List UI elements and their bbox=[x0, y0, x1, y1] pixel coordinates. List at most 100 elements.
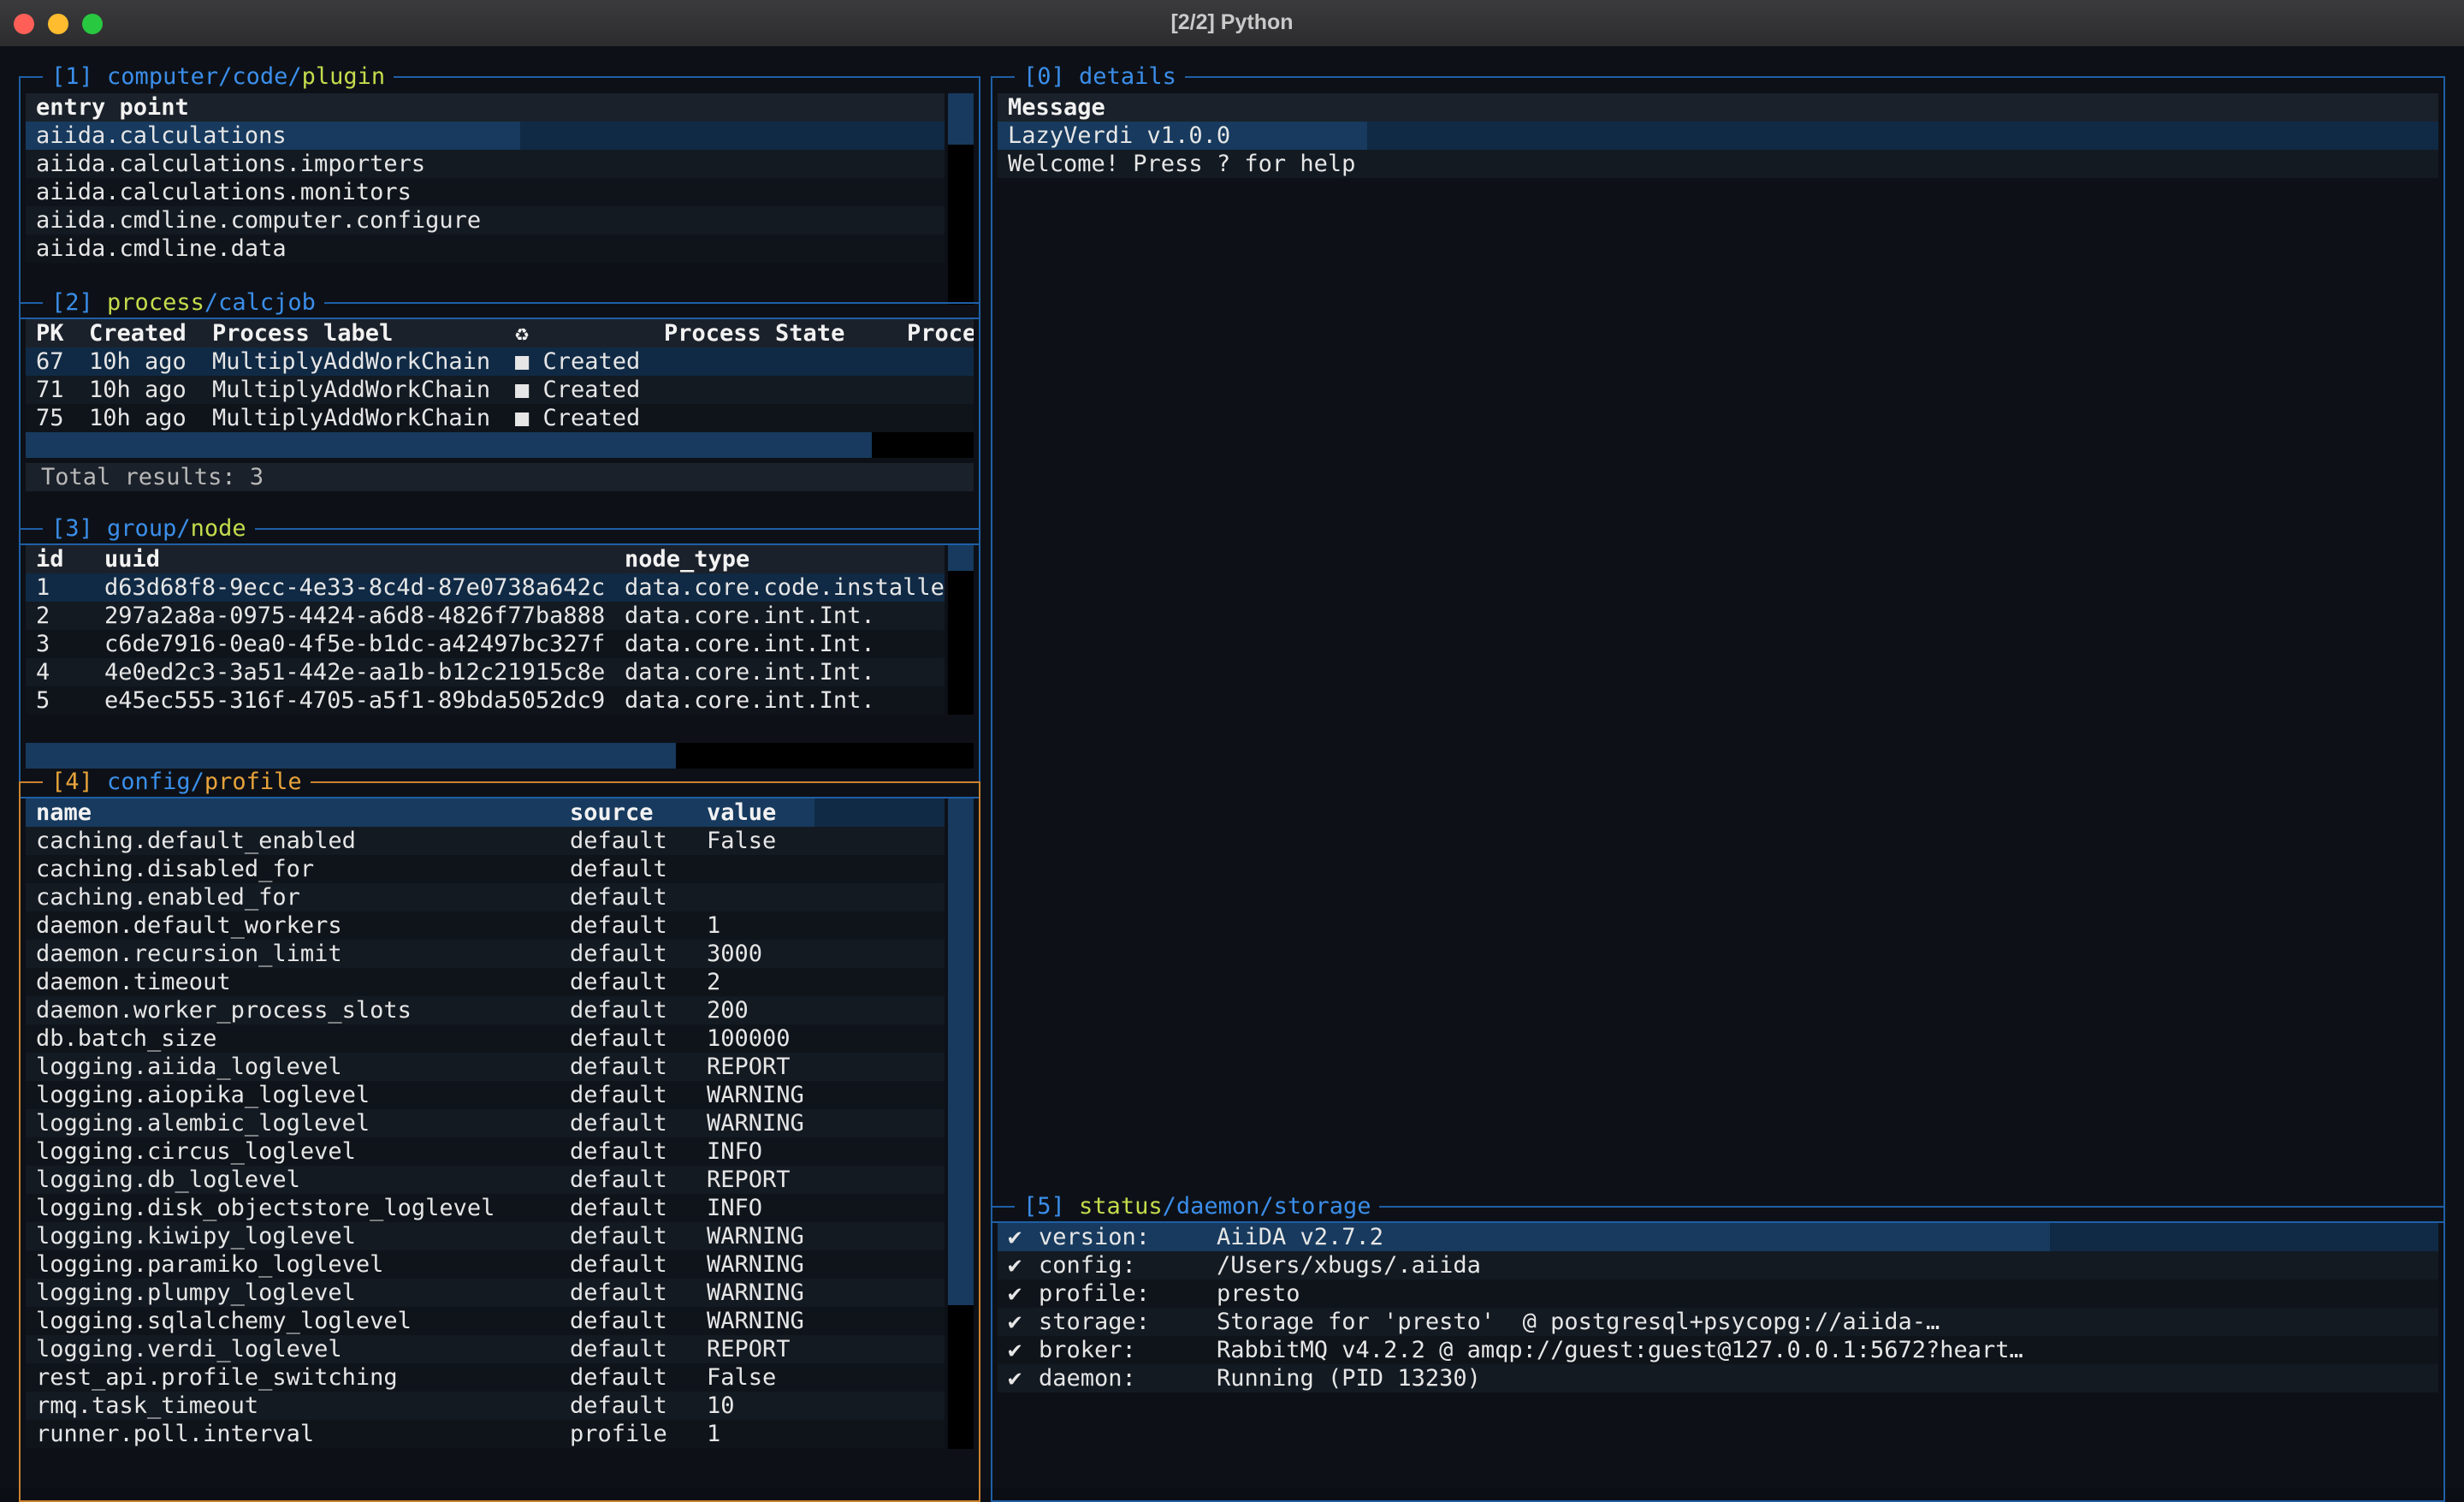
table-row[interactable]: 5 e45ec555-316f-4705-a5f1-89bda5052dc9 d… bbox=[26, 686, 945, 715]
status-row[interactable]: ✔ broker: RabbitMQ v4.2.2 @ amqp://guest:g… bbox=[998, 1336, 2438, 1364]
config-source: profile bbox=[570, 1421, 667, 1447]
column-header-pk[interactable]: PK bbox=[36, 319, 64, 347]
config-row[interactable]: caching.enabled_for default bbox=[26, 883, 945, 911]
config-row[interactable]: caching.default_enabled default False bbox=[26, 827, 945, 855]
column-header-name[interactable]: name bbox=[36, 798, 92, 827]
vertical-scrollbar[interactable] bbox=[948, 545, 974, 715]
panel-title: [5] status/daemon/storage bbox=[1015, 1193, 1380, 1220]
table-row[interactable]: 4 4e0ed2c3-3a51-442e-aa1b-b12c21915c8e d… bbox=[26, 658, 945, 686]
config-row[interactable]: logging.circus_loglevel default INFO bbox=[26, 1137, 945, 1166]
config-row[interactable]: logging.verdi_loglevel default REPORT bbox=[26, 1335, 945, 1363]
column-header-entry-point[interactable]: entry point bbox=[26, 93, 945, 122]
config-row[interactable]: logging.alembic_loglevel default WARNING bbox=[26, 1109, 945, 1137]
config-value: 3000 bbox=[707, 941, 763, 967]
config-name: logging.sqlalchemy_loglevel bbox=[36, 1308, 412, 1334]
column-header-uuid[interactable]: uuid bbox=[104, 545, 160, 573]
config-row[interactable]: rest_api.profile_switching default False bbox=[26, 1363, 945, 1392]
message-line[interactable]: LazyVerdi v1.0.0 bbox=[998, 122, 2438, 150]
status-key: broker: bbox=[1039, 1337, 1136, 1363]
table-row[interactable]: 67 10h ago MultiplyAddWorkChain ■ Create… bbox=[26, 347, 974, 376]
config-name: logging.aiida_loglevel bbox=[36, 1054, 342, 1080]
horizontal-scrollbar[interactable] bbox=[26, 432, 974, 458]
list-item[interactable]: aiida.calculations.monitors bbox=[26, 178, 945, 206]
status-key: storage: bbox=[1039, 1309, 1151, 1335]
table-row[interactable]: 75 10h ago MultiplyAddWorkChain ■ Create… bbox=[26, 404, 974, 432]
config-row[interactable]: logging.sqlalchemy_loglevel default WARNIN… bbox=[26, 1307, 945, 1335]
config-source: default bbox=[570, 1223, 667, 1250]
config-name: logging.paramiko_loglevel bbox=[36, 1251, 384, 1278]
status-value: Storage for 'presto' @ postgresql+psycop… bbox=[1217, 1309, 1940, 1335]
config-panel[interactable]: [4] config/profile name source value cac… bbox=[19, 769, 980, 1502]
panel-title: [3] group/node bbox=[43, 515, 255, 543]
vertical-scrollbar[interactable] bbox=[948, 93, 974, 305]
column-header-created[interactable]: Created bbox=[89, 319, 187, 347]
column-header-process-label[interactable]: Process label bbox=[212, 319, 393, 347]
config-row[interactable]: logging.db_loglevel default REPORT bbox=[26, 1166, 945, 1194]
config-row[interactable]: logging.plumpy_loglevel default WARNING bbox=[26, 1279, 945, 1307]
config-source: default bbox=[570, 828, 667, 854]
config-value: 2 bbox=[707, 969, 721, 995]
table-row[interactable]: 2 297a2a8a-0975-4424-a6d8-4826f77ba888 d… bbox=[26, 602, 945, 630]
vertical-scrollbar[interactable] bbox=[948, 798, 974, 1449]
list-item[interactable]: aiida.calculations.importers bbox=[26, 150, 945, 178]
column-header-id[interactable]: id bbox=[36, 545, 64, 573]
config-row[interactable]: daemon.recursion_limit default 3000 bbox=[26, 940, 945, 968]
horizontal-scrollbar[interactable] bbox=[26, 743, 974, 769]
details-panel[interactable]: [0] details Message LazyVerdi v1.0.0 Wel… bbox=[991, 63, 2445, 1223]
config-source: default bbox=[570, 1082, 667, 1108]
config-row[interactable]: logging.aiopika_loglevel default WARNING bbox=[26, 1081, 945, 1109]
config-row[interactable]: logging.paramiko_loglevel default WARNING bbox=[26, 1250, 945, 1279]
recycle-icon[interactable]: ♻ bbox=[515, 319, 529, 347]
status-row[interactable]: ✔ version: AiiDA v2.7.2 bbox=[998, 1223, 2438, 1251]
config-name: logging.alembic_loglevel bbox=[36, 1110, 370, 1137]
table-row[interactable]: 71 10h ago MultiplyAddWorkChain ■ Create… bbox=[26, 376, 974, 404]
table-header: id uuid node_type bbox=[26, 545, 945, 573]
config-row[interactable]: runner.poll.interval profile 1 bbox=[26, 1420, 945, 1448]
status-panel[interactable]: [5] status/daemon/storage ✔ version: AiiDA… bbox=[991, 1193, 2445, 1502]
column-header-source[interactable]: source bbox=[570, 798, 654, 827]
status-value: presto bbox=[1217, 1280, 1300, 1307]
column-header-message[interactable]: Message bbox=[998, 93, 2438, 122]
process-panel[interactable]: [2] process/calcjob PK Created Process l… bbox=[19, 289, 980, 545]
config-row[interactable]: daemon.timeout default 2 bbox=[26, 968, 945, 996]
config-row[interactable]: logging.kiwipy_loglevel default WARNING bbox=[26, 1222, 945, 1250]
config-source: default bbox=[570, 1138, 667, 1165]
config-name: logging.kiwipy_loglevel bbox=[36, 1223, 356, 1250]
config-source: default bbox=[570, 912, 667, 939]
table-row[interactable]: 1 d63d68f8-9ecc-4e33-8c4d-87e0738a642c d… bbox=[26, 573, 945, 602]
plugin-panel[interactable]: [1] computer/code/plugin entry point aii… bbox=[19, 63, 980, 319]
config-row[interactable]: rmq.task_timeout default 10 bbox=[26, 1392, 945, 1420]
config-row[interactable]: logging.aiida_loglevel default REPORT bbox=[26, 1053, 945, 1081]
status-row[interactable]: ✔ storage: Storage for 'presto' @ postgres… bbox=[998, 1308, 2438, 1336]
list-item[interactable]: aiida.cmdline.computer.configure bbox=[26, 206, 945, 235]
list-item[interactable]: aiida.cmdline.data bbox=[26, 235, 945, 263]
status-row[interactable]: ✔ config: /Users/xbugs/.aiida bbox=[998, 1251, 2438, 1279]
table-row[interactable]: 3 c6de7916-0ea0-4f5e-b1dc-a42497bc327f d… bbox=[26, 630, 945, 658]
config-row[interactable]: db.batch_size default 100000 bbox=[26, 1024, 945, 1053]
column-header-value[interactable]: value bbox=[707, 798, 776, 827]
config-row[interactable]: caching.disabled_for default bbox=[26, 855, 945, 883]
config-row[interactable]: logging.disk_objectstore_loglevel default… bbox=[26, 1194, 945, 1222]
config-value: False bbox=[707, 1364, 777, 1391]
config-name: daemon.recursion_limit bbox=[36, 941, 342, 967]
list-item[interactable]: aiida.calculations bbox=[26, 122, 945, 150]
group-panel[interactable]: [3] group/node id uuid node_type 1 d63d6… bbox=[19, 515, 980, 798]
status-row[interactable]: ✔ daemon: Running (PID 13230) bbox=[998, 1364, 2438, 1392]
config-value: WARNING bbox=[707, 1110, 804, 1137]
config-value: WARNING bbox=[707, 1223, 804, 1250]
config-name: logging.plumpy_loglevel bbox=[36, 1279, 356, 1306]
config-row[interactable]: daemon.worker_process_slots default 200 bbox=[26, 996, 945, 1024]
config-name: logging.aiopika_loglevel bbox=[36, 1082, 370, 1108]
status-row[interactable]: ✔ profile: presto bbox=[998, 1279, 2438, 1308]
config-row[interactable]: daemon.default_workers default 1 bbox=[26, 911, 945, 940]
message-line[interactable]: Welcome! Press ? for help bbox=[998, 150, 2438, 178]
config-name: daemon.worker_process_slots bbox=[36, 997, 412, 1024]
column-header-node-type[interactable]: node_type bbox=[625, 545, 749, 573]
window-title: [2/2] Python bbox=[1170, 10, 1294, 34]
config-source: default bbox=[570, 941, 667, 967]
config-source: default bbox=[570, 1054, 667, 1080]
panel-title: [1] computer/code/plugin bbox=[43, 63, 394, 91]
panel-title: [0] details bbox=[1015, 63, 1185, 91]
column-header-process-state[interactable]: Process State bbox=[664, 319, 844, 347]
column-header-process[interactable]: Process bbox=[907, 319, 974, 347]
